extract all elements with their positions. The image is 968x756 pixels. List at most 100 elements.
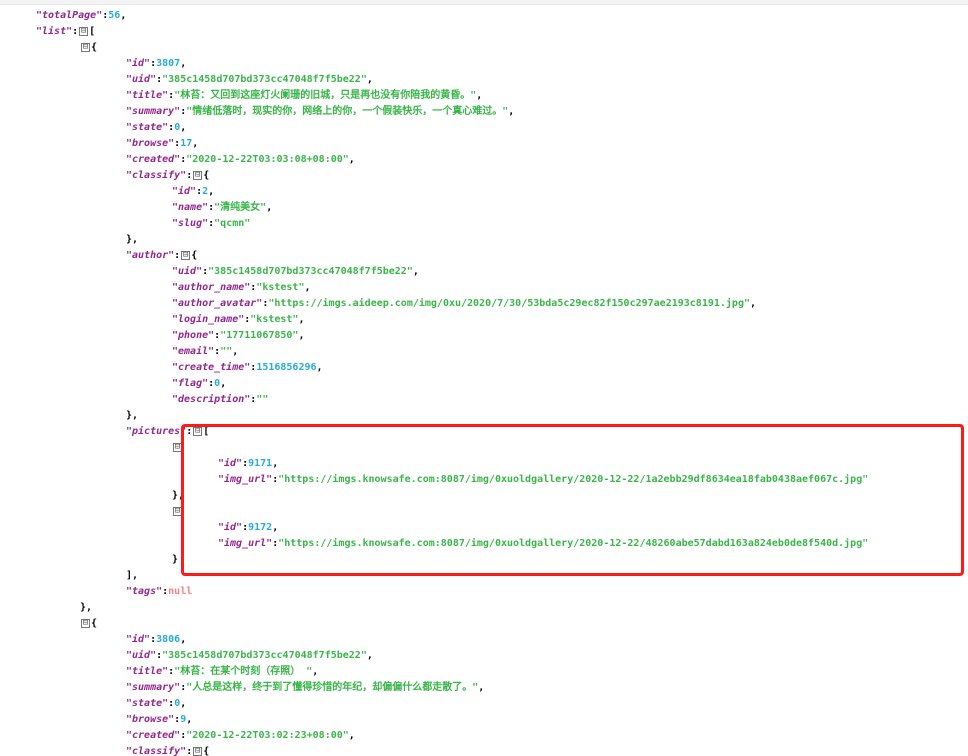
json-number: 1516856296: [256, 362, 317, 373]
json-string: "人总是这样，终于到了懂得珍惜的年纪，却偏偏什么都走散了。": [186, 682, 479, 693]
json-line-close: },: [172, 490, 185, 501]
json-key: "title": [126, 666, 169, 677]
json-line-create-time: "create_time":1516856296,: [172, 362, 323, 373]
json-key: "img_url": [218, 474, 273, 485]
json-line-list: "list": ⊟[: [36, 25, 96, 37]
json-key: "slug": [172, 218, 209, 229]
json-line-close: ],: [126, 570, 139, 581]
json-line-close: },: [80, 602, 93, 613]
json-key: "phone": [172, 330, 215, 341]
json-key: "id": [126, 58, 151, 69]
json-key: "uid": [172, 266, 203, 277]
json-line-classify: "classify": ⊟{: [126, 169, 210, 181]
json-line-close: },: [126, 234, 139, 245]
collapse-toggle-icon[interactable]: ⊟: [81, 42, 90, 52]
json-key: "id": [126, 634, 151, 645]
highlight-box: [181, 424, 964, 576]
json-key: "state": [126, 122, 169, 133]
json-string: "kstest": [256, 282, 305, 293]
json-key: "totalPage": [36, 10, 103, 21]
json-key: "classify": [126, 170, 187, 181]
json-key: "id": [172, 186, 197, 197]
json-line-author-avatar: "author_avatar":"https://imgs.aideep.com…: [172, 298, 757, 309]
json-key: "id": [218, 458, 243, 469]
json-viewer: "totalPage":56, "list": ⊟[ ⊟{ "id":3807, …: [0, 4, 968, 756]
json-key: "browse": [126, 714, 175, 725]
json-url-link[interactable]: "https://imgs.aideep.com/img/0xu/2020/7/…: [268, 298, 750, 309]
json-key: "browse": [126, 138, 175, 149]
json-string: "385c1458d707bd373cc47048f7f5be22": [208, 266, 413, 277]
collapse-toggle-icon[interactable]: ⊟: [193, 746, 203, 756]
json-line-description: "description":"": [172, 394, 269, 405]
collapse-toggle-icon[interactable]: ⊟: [81, 618, 90, 628]
json-line-id: "id":3806,: [126, 634, 187, 645]
json-number: 3807: [156, 58, 181, 69]
json-key: "list": [36, 26, 73, 37]
json-key: "flag": [172, 378, 209, 389]
json-line-classify: "classify": ⊟{: [126, 745, 210, 756]
json-number: 9171: [248, 458, 273, 469]
json-key: "summary": [126, 682, 181, 693]
collapse-toggle-icon[interactable]: ⊟: [79, 26, 89, 36]
json-line-summary: "summary":"情绪低落时，现实的你，网络上的你，一个假装快乐，一个真心难…: [126, 106, 515, 117]
json-line-picture-id: "id":9171,: [218, 458, 279, 469]
json-line-author: "author": ⊟{: [126, 249, 198, 261]
json-line-email: "email":"",: [172, 346, 239, 357]
json-line-object-open: ⊟: [172, 504, 183, 520]
json-key: "uid": [126, 650, 157, 661]
json-string: "2020-12-22T03:02:23+08:00": [186, 730, 349, 741]
json-key: "create_time": [172, 362, 251, 373]
collapse-toggle-icon[interactable]: ⊟: [181, 250, 191, 260]
json-number: 3806: [156, 634, 181, 645]
json-line-close: },: [126, 410, 139, 421]
json-key: "state": [126, 698, 169, 709]
json-line-picture-img-url: "img_url":"https://imgs.knowsafe.com:808…: [218, 474, 869, 485]
json-line-browse: "browse":17,: [126, 138, 199, 149]
json-key: "author": [126, 250, 175, 261]
json-line-flag: "flag":0,: [172, 378, 227, 389]
collapse-toggle-icon[interactable]: ⊟: [193, 170, 203, 180]
json-line-tags: "tags":null: [126, 586, 193, 597]
json-string: "": [256, 394, 269, 405]
json-key: "title": [126, 90, 169, 101]
json-url-link[interactable]: "https://imgs.knowsafe.com:8087/img/0xuo…: [278, 474, 868, 485]
json-number: 9172: [248, 522, 273, 533]
json-line-state: "state":0,: [126, 698, 187, 709]
json-line-browse: "browse":9,: [126, 714, 193, 725]
json-line-author-name: "author_name":"kstest",: [172, 282, 311, 293]
json-null: null: [168, 586, 193, 597]
json-line-classify-name: "name":"清纯美女",: [172, 202, 273, 213]
json-key: "login_name": [172, 314, 245, 325]
json-line-classify-id: "id":2,: [172, 186, 215, 197]
json-line-title: "title":"林苔：又回到这座灯火阑珊的旧城，只是再也没有你陪我的黄昏。",: [126, 90, 483, 101]
json-line-picture-id: "id":9172,: [218, 522, 279, 533]
collapse-toggle-icon[interactable]: ⊟: [193, 426, 203, 436]
json-string: "": [220, 346, 233, 357]
json-key: "tags": [126, 586, 163, 597]
collapse-toggle-icon[interactable]: ⊟: [173, 442, 182, 452]
json-string: "kstest": [250, 314, 299, 325]
json-key: "description": [172, 394, 251, 405]
json-key: "email": [172, 346, 215, 357]
json-key: "created": [126, 730, 181, 741]
json-line-object-open: ⊟{: [81, 41, 98, 53]
json-key: "img_url": [218, 538, 273, 549]
json-line-phone: "phone":"17711067850",: [172, 330, 305, 341]
json-string: "林苔：又回到这座灯火阑珊的旧城，只是再也没有你陪我的黄昏。": [174, 90, 477, 101]
json-line-summary: "summary":"人总是这样，终于到了懂得珍惜的年纪，却偏偏什么都走散了。"…: [126, 682, 485, 693]
json-line-pictures: "pictures": ⊟[: [126, 425, 210, 437]
json-line-id: "id":3807,: [126, 58, 187, 69]
json-line-object-open: ⊟: [172, 440, 183, 456]
json-key: "summary": [126, 106, 181, 117]
collapse-toggle-icon[interactable]: ⊟: [173, 506, 182, 516]
json-line-uid: "uid":"385c1458d707bd373cc47048f7f5be22"…: [126, 74, 373, 85]
json-line-uid: "uid":"385c1458d707bd373cc47048f7f5be22"…: [126, 650, 373, 661]
json-key: "name": [172, 202, 209, 213]
json-key: "author_avatar": [172, 298, 263, 309]
json-line-close: }: [172, 554, 179, 565]
json-line-title: "title":"林苔：在某个时刻（存照） ",: [126, 666, 319, 677]
json-key: "id": [218, 522, 243, 533]
json-key: "created": [126, 154, 181, 165]
json-url-link[interactable]: "https://imgs.knowsafe.com:8087/img/0xuo…: [278, 538, 868, 549]
json-string: "清纯美女": [214, 202, 267, 213]
